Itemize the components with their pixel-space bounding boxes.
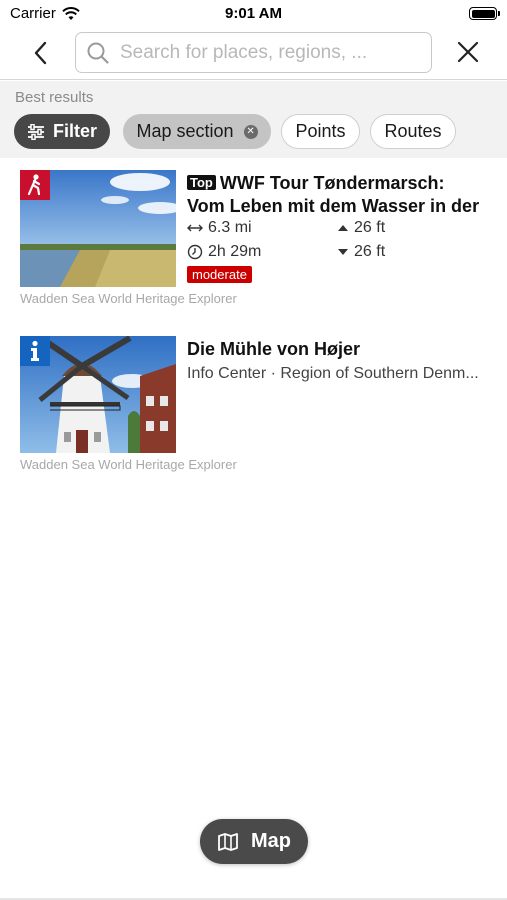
back-button[interactable] bbox=[26, 38, 56, 68]
sliders-icon bbox=[27, 123, 44, 140]
points-label: Points bbox=[295, 121, 346, 141]
close-button[interactable] bbox=[453, 37, 483, 67]
chevron-left-icon bbox=[34, 41, 47, 65]
duration-value: 2h 29m bbox=[208, 243, 262, 260]
result-title: Die Mühle von Højer bbox=[187, 339, 361, 359]
filter-label: Filter bbox=[52, 121, 97, 141]
close-icon bbox=[457, 41, 479, 63]
result-title: Top WWF Tour Tøndermarsch: Vom Leben mit … bbox=[187, 172, 487, 218]
top-tag: Top bbox=[187, 175, 216, 190]
hiking-icon bbox=[20, 170, 50, 200]
place-thumbnail bbox=[20, 336, 176, 453]
search-field[interactable] bbox=[75, 32, 432, 73]
map-section-chip[interactable]: Map section ✕ bbox=[123, 114, 271, 149]
ascent-icon bbox=[338, 225, 348, 231]
battery-icon bbox=[469, 7, 500, 20]
search-input[interactable] bbox=[120, 39, 420, 67]
filter-button[interactable]: Filter bbox=[14, 114, 110, 149]
descent-stat: 26 ft bbox=[337, 243, 385, 261]
descent-value: 26 ft bbox=[354, 243, 386, 260]
ascent-value: 26 ft bbox=[354, 219, 386, 236]
search-header bbox=[0, 28, 507, 80]
map-icon bbox=[218, 832, 238, 851]
points-chip[interactable]: Points bbox=[281, 114, 360, 149]
duration-stat: 2h 29m bbox=[187, 243, 261, 261]
ascent-stat: 26 ft bbox=[337, 219, 385, 237]
clock: 9:01 AM bbox=[225, 5, 282, 22]
remove-chip-icon[interactable]: ✕ bbox=[243, 124, 258, 139]
map-button-label: Map bbox=[251, 830, 291, 852]
best-results-label: Best results bbox=[15, 89, 94, 106]
status-bar: Carrier 9:01 AM bbox=[0, 0, 507, 28]
list-item[interactable]: Die Mühle von Højer Info Center · Region… bbox=[20, 336, 490, 476]
search-icon bbox=[87, 42, 109, 64]
distance-icon bbox=[187, 224, 203, 232]
routes-label: Routes bbox=[384, 121, 442, 141]
difficulty-badge: moderate bbox=[187, 266, 252, 283]
distance-stat: 6.3 mi bbox=[187, 219, 252, 237]
map-button[interactable]: Map bbox=[200, 819, 308, 864]
clock-icon bbox=[187, 244, 203, 260]
descent-icon bbox=[338, 249, 348, 255]
provider-label: Wadden Sea World Heritage Explorer bbox=[20, 457, 237, 472]
distance-value: 6.3 mi bbox=[208, 219, 252, 236]
list-item[interactable]: Top WWF Tour Tøndermarsch: Vom Leben mit … bbox=[20, 170, 490, 310]
route-thumbnail bbox=[20, 170, 176, 287]
routes-chip[interactable]: Routes bbox=[370, 114, 456, 149]
result-title-text: WWF Tour Tøndermarsch: Vom Leben mit dem… bbox=[187, 173, 480, 216]
info-icon bbox=[20, 336, 50, 366]
result-subtitle: Info Center · Region of Southern Denm... bbox=[187, 365, 479, 382]
map-section-label: Map section bbox=[136, 121, 234, 141]
provider-label: Wadden Sea World Heritage Explorer bbox=[20, 291, 237, 306]
filter-section: Best results Filter Map section ✕ Points… bbox=[0, 81, 507, 158]
